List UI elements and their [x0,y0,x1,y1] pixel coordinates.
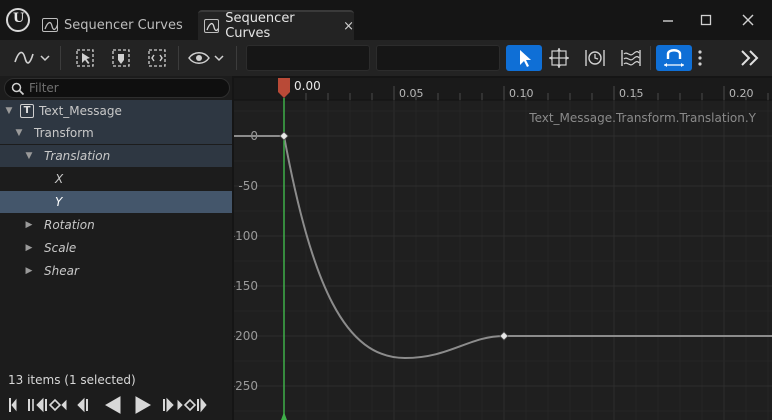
maximize-icon[interactable] [694,10,718,32]
magnet-icon[interactable] [656,45,692,71]
step-forward-icon[interactable] [163,397,174,413]
text-actor-icon: T [20,104,34,118]
lattice-icon[interactable] [618,45,644,71]
previous-keyframe-icon[interactable] [48,398,67,412]
tree-item-label: Translation [44,149,111,163]
playhead-time-label: 0.00 [294,79,321,93]
time-tick-label: 0.10 [509,87,534,100]
curve-graph-svg[interactable]: 0.050.100.150.200-50-100-150-200-250Text… [231,78,772,420]
more-icon[interactable] [692,45,708,71]
value-field[interactable] [376,45,500,71]
curve-tab-icon [204,19,220,33]
tab-sequencer-curves-2[interactable]: Sequencer Curves × [198,10,354,41]
expand-arrow-icon[interactable]: ▼ [24,151,34,161]
value-tick-label: -100 [234,229,258,243]
frame-icon[interactable] [144,45,170,71]
transport-controls [8,394,208,416]
curve-mode-icon[interactable] [10,45,50,71]
time-tick-label: 0.15 [619,87,644,100]
eye-icon[interactable] [186,45,226,71]
tree-item-rotation[interactable]: ▶ Rotation [0,214,232,236]
value-tick-label: -50 [238,179,258,193]
tab-label: Sequencer Curves [225,11,295,41]
curve-name-label: Text_Message.Transform.Translation.Y [528,111,756,125]
expand-arrow-icon[interactable]: ▼ [14,128,24,138]
curve-tab-icon [42,18,58,32]
expand-arrow-icon[interactable]: ▼ [4,106,14,116]
tree-item-label: X [55,172,64,186]
tree-item-transform[interactable]: ▼ Transform [0,122,232,144]
title-bar: U Sequencer Curves Sequencer Curves × [0,0,772,41]
pointer-icon[interactable] [506,45,542,71]
tab-close-icon[interactable]: × [343,19,354,34]
search-icon [11,82,25,96]
go-to-end-icon[interactable] [197,397,207,413]
time-tick-label: 0.05 [399,87,424,100]
minimize-icon[interactable] [656,10,680,32]
retime-icon[interactable] [582,45,608,71]
curve-outliner: ▼ T Text_Message ▼ Transform ▼ Translati… [0,76,232,420]
time-tick-label: 0.20 [729,87,754,100]
key-tangent-icon[interactable] [108,45,134,71]
next-keyframe-icon[interactable] [177,398,197,412]
tree-item-y[interactable]: Y [0,191,232,213]
transform-icon[interactable] [546,45,572,71]
tree-item-label: Transform [34,126,94,140]
play-icon[interactable] [135,396,152,414]
value-tick-label: -250 [234,379,258,393]
value-tick-label: -200 [234,329,258,343]
filter-search[interactable] [4,78,230,98]
unreal-logo-icon: U [6,8,30,32]
collapse-arrow-icon[interactable]: ▶ [24,266,34,276]
tab-sequencer-curves-1[interactable]: Sequencer Curves [36,10,194,40]
tab-label: Sequencer Curves [64,17,183,33]
curve-editor-graph[interactable]: 0.050.100.150.200-50-100-150-200-250Text… [231,78,772,420]
value-tick-label: -150 [234,279,258,293]
select-cursor-icon[interactable] [72,45,98,71]
previous-key-icon[interactable] [28,397,47,413]
toolbar [0,40,772,76]
window-close-icon[interactable] [736,10,760,32]
tree-item-label: Rotation [44,218,95,232]
overflow-chevron-icon[interactable] [736,45,764,71]
graph-background [234,78,772,420]
tree-item-label: Scale [44,241,77,255]
tree-item-translation[interactable]: ▼ Translation [0,145,232,167]
tree-item-text-message[interactable]: ▼ T Text_Message [0,100,232,122]
step-back-icon[interactable] [77,397,88,413]
selection-status: 13 items (1 selected) [8,373,136,387]
collapse-arrow-icon[interactable]: ▶ [24,220,34,230]
collapse-arrow-icon[interactable]: ▶ [24,243,34,253]
tree-item-x[interactable]: X [0,168,232,190]
tree-item-label: Text_Message [39,104,122,118]
tree-item-shear[interactable]: ▶ Shear [0,260,232,282]
time-field[interactable] [246,45,370,71]
tree-item-scale[interactable]: ▶ Scale [0,237,232,259]
tree-item-label: Y [55,195,63,209]
tree-item-label: Shear [44,264,79,278]
play-reverse-icon[interactable] [104,396,121,414]
go-to-start-icon[interactable] [9,398,17,412]
filter-input[interactable] [29,80,224,96]
